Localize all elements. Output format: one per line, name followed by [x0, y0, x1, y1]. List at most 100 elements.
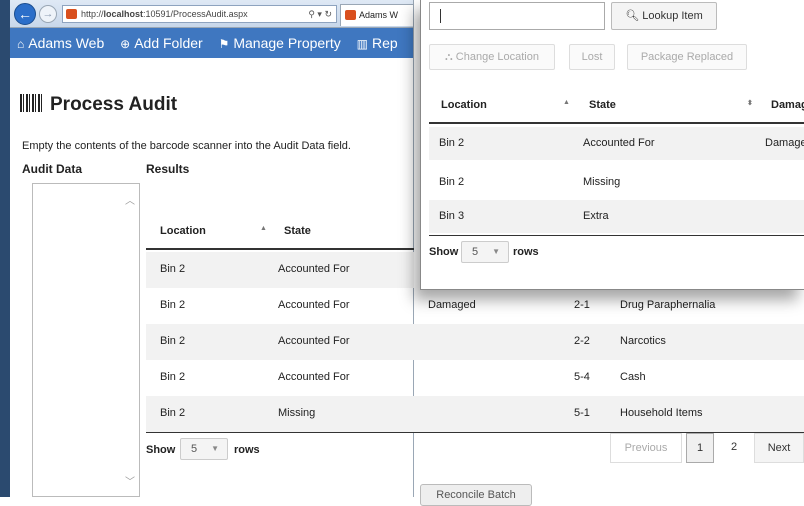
cell-state: Accounted For [278, 299, 350, 311]
sort-both-icon[interactable]: ⬍ [747, 99, 753, 107]
change-location-label: Change Location [455, 51, 539, 63]
page-size-value: 5 [472, 246, 479, 258]
nav-home-label: Adams Web [28, 35, 105, 51]
url-host: localhost [103, 9, 144, 19]
col-state[interactable]: State [589, 99, 616, 111]
col-state[interactable]: State [284, 225, 311, 237]
cell-state: Extra [583, 210, 609, 222]
scroll-down-icon[interactable]: ﹀ [125, 473, 135, 488]
reconcile-batch-button[interactable]: Reconcile Batch [420, 484, 532, 506]
cell-damage: Damage [765, 137, 804, 149]
app-navbar: ⌂ Adams Web ⊕ Add Folder ⚑ Manage Property … [10, 28, 413, 59]
table-row[interactable]: Bin 2 Accounted For [146, 252, 414, 288]
cell-damage: Damaged [428, 299, 476, 311]
plus-circle-icon: ⊕ [120, 37, 131, 51]
nav-manage-property-label: Manage Property [233, 35, 341, 51]
page-size-select[interactable]: 5 ▼ [180, 438, 228, 460]
table-row[interactable]: Bin 2 Missing [429, 166, 804, 199]
pager-next[interactable]: Next [754, 433, 804, 463]
cell-location: Bin 2 [160, 407, 186, 419]
col-location[interactable]: Location [160, 225, 206, 237]
scroll-up-icon[interactable]: ︿ [125, 192, 135, 207]
results-table-header: Location ▲ State [146, 213, 414, 250]
sort-asc-icon[interactable]: ▲ [563, 99, 570, 106]
show-label: Show [429, 246, 459, 258]
nav-reports-label: Rep [371, 35, 398, 51]
desktop-edge [0, 0, 10, 497]
show-label: Show [146, 444, 176, 456]
cell-code: 2-2 [574, 335, 590, 347]
cell-location: Bin 2 [160, 263, 186, 275]
tab-favicon-icon [345, 10, 356, 20]
cell-location: Bin 2 [160, 335, 186, 347]
forward-arrow-icon[interactable]: → [39, 5, 57, 23]
pager-page-2[interactable]: 2 [722, 433, 746, 463]
page-title-text: Process Audit [50, 94, 178, 115]
table-row[interactable]: Bin 2 Missing 5-1 Household Items [146, 396, 804, 432]
cell-code: 5-1 [574, 407, 590, 419]
col-damage[interactable]: Damag [771, 99, 804, 111]
url-prefix: http:// [81, 9, 104, 19]
nav-manage-property[interactable]: ⚑ Manage Property [212, 28, 346, 59]
audit-data-textarea[interactable]: ︿ ﹀ [32, 183, 140, 497]
nav-home[interactable]: ⌂ Adams Web [10, 28, 109, 59]
address-bar[interactable]: http://localhost:10591/ProcessAudit.aspx… [62, 5, 337, 23]
table-row[interactable]: Bin 2 Accounted For Damaged 2-1 Drug Par… [146, 288, 804, 324]
lost-button[interactable]: Lost [569, 44, 615, 70]
item-lookup-input[interactable] [429, 2, 605, 30]
table-row[interactable]: Bin 3 Extra [429, 200, 804, 233]
cell-location: Bin 2 [160, 299, 186, 311]
cell-code: 2-1 [574, 299, 590, 311]
text-cursor [440, 9, 441, 23]
popup-page-size: Show 5 ▼ rows [429, 235, 804, 267]
tab-title: Adams W [359, 10, 399, 20]
col-location[interactable]: Location [441, 99, 487, 111]
cell-state: Missing [583, 176, 621, 188]
nav-add-folder[interactable]: ⊕ Add Folder [113, 28, 208, 59]
change-location-button[interactable]: ⛬ Change Location [429, 44, 555, 70]
table-row[interactable]: Bin 2 Accounted For 5-4 Cash [146, 360, 804, 396]
sort-asc-icon[interactable]: ▲ [260, 225, 267, 232]
browser-tab[interactable]: Adams W [340, 4, 413, 26]
results-label: Results [146, 162, 190, 176]
page-size-select[interactable]: 5 ▼ [461, 241, 509, 263]
cell-state: Accounted For [278, 263, 350, 275]
sitemap-icon: ⛬ [445, 51, 453, 63]
rows-label: rows [234, 444, 260, 456]
cell-location: Bin 2 [160, 371, 186, 383]
cell-category: Drug Paraphernalia [620, 299, 716, 311]
lookup-item-button[interactable]: 🔍︎ Lookup Item [611, 2, 717, 30]
url-path: :10591/ProcessAudit.aspx [143, 9, 248, 19]
tag-icon: ⚑ [218, 37, 230, 51]
browser-toolbar: ← → http://localhost:10591/ProcessAudit.… [10, 0, 413, 28]
pager-page-1[interactable]: 1 [686, 433, 714, 463]
home-icon: ⌂ [17, 37, 25, 51]
search-icon: 🔍︎ [625, 10, 640, 22]
package-replaced-button[interactable]: Package Replaced [627, 44, 747, 70]
page-size-value: 5 [191, 443, 198, 455]
cell-state: Accounted For [278, 335, 350, 347]
cell-category: Narcotics [620, 335, 666, 347]
barcode-icon [20, 94, 44, 112]
pager-previous[interactable]: Previous [610, 433, 682, 463]
back-arrow-icon[interactable]: ← [14, 3, 36, 25]
popup-table-header: Location ▲ State ⬍ Damag [429, 87, 804, 124]
table-row[interactable]: Bin 2 Accounted For 2-2 Narcotics [146, 324, 804, 360]
chevron-down-icon: ▼ [492, 247, 500, 256]
site-favicon-icon [66, 9, 77, 19]
search-refresh-icon[interactable]: ⚲ ▾ ↻ [308, 6, 332, 22]
lookup-item-label: Lookup Item [642, 10, 703, 22]
nav-add-folder-label: Add Folder [134, 35, 203, 51]
cell-location: Bin 2 [439, 176, 465, 188]
bar-chart-icon: ▥ [356, 37, 368, 51]
cell-category: Cash [620, 371, 646, 383]
chevron-down-icon: ▼ [211, 444, 219, 453]
lookup-popup: 🔍︎ Lookup Item ⛬ Change Location Lost Pa… [420, 0, 804, 290]
audit-data-label: Audit Data [22, 162, 82, 176]
rows-label: rows [513, 246, 539, 258]
cell-code: 5-4 [574, 371, 590, 383]
cell-state: Accounted For [583, 137, 655, 149]
cell-state: Accounted For [278, 371, 350, 383]
nav-reports[interactable]: ▥ Rep [350, 28, 403, 59]
table-row[interactable]: Bin 2 Accounted For Damage [429, 127, 804, 160]
